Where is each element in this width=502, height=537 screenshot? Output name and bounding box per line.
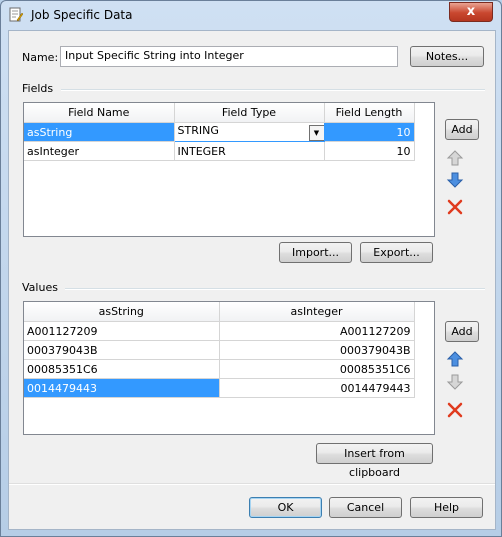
column-header-asinteger[interactable]: asInteger [219,302,415,322]
field-length-cell[interactable]: 10 [324,122,415,142]
help-button[interactable]: Help [410,497,483,518]
window-title: Job Specific Data [31,8,133,22]
document-edit-icon [9,7,23,22]
fields-divider [61,89,485,91]
close-icon: x [466,4,476,19]
dialog-window: Job Specific Data x Name: Input Specific… [0,0,502,537]
table-row[interactable]: 0014479443 0014479443 [24,378,415,398]
move-up-icon[interactable] [446,350,464,368]
move-down-icon[interactable] [446,171,464,189]
move-up-icon[interactable] [446,149,464,167]
column-header-field-type[interactable]: Field Type [174,103,325,123]
value-cell[interactable]: 00085351C6 [219,359,415,379]
field-length-cell[interactable]: 10 [324,141,415,161]
values-group-label: Values [22,281,58,294]
title-bar[interactable]: Job Specific Data x [1,1,501,29]
fields-add-button[interactable]: Add [445,119,479,140]
ok-button[interactable]: OK [249,497,322,518]
footer-divider [9,483,495,485]
import-button[interactable]: Import... [279,242,352,263]
column-header-field-length[interactable]: Field Length [324,103,415,123]
value-cell[interactable]: 000379043B [24,340,220,360]
table-row[interactable]: 000379043B 000379043B [24,340,415,360]
chevron-down-icon[interactable]: ▼ [308,124,323,141]
column-header-field-name[interactable]: Field Name [24,103,175,123]
delete-icon[interactable] [446,198,464,216]
fields-table[interactable]: Field Name Field Type Field Length asStr… [23,102,435,237]
values-table[interactable]: asString asInteger A001127209 A001127209… [23,301,435,435]
table-row[interactable]: asString STRING ▼ 10 [24,122,415,142]
value-cell[interactable]: 0014479443 [24,378,220,398]
table-row[interactable]: asInteger INTEGER 10 [24,141,415,161]
table-row[interactable]: 00085351C6 00085351C6 [24,359,415,379]
value-cell[interactable]: A001127209 [219,321,415,341]
value-cell[interactable]: 0014479443 [219,378,415,398]
fields-group-label: Fields [22,82,54,95]
field-name-cell[interactable]: asString [24,122,175,142]
table-row[interactable]: A001127209 A001127209 [24,321,415,341]
value-cell[interactable]: 00085351C6 [24,359,220,379]
value-cell[interactable]: 000379043B [219,340,415,360]
name-label: Name: [22,51,59,64]
value-cell[interactable]: A001127209 [24,321,220,341]
cancel-button[interactable]: Cancel [329,497,402,518]
dialog-body: Name: Input Specific String into Integer… [8,30,496,530]
close-button[interactable]: x [449,2,493,22]
name-field[interactable]: Input Specific String into Integer [60,46,398,67]
move-down-icon[interactable] [446,373,464,391]
field-type-value: STRING [177,123,219,137]
notes-button[interactable]: Notes... [410,46,484,67]
export-button[interactable]: Export... [360,242,433,263]
field-type-cell[interactable]: INTEGER [174,141,325,161]
insert-from-clipboard-button[interactable]: Insert from clipboard [316,443,433,479]
values-divider [65,288,485,290]
field-type-combobox[interactable]: STRING ▼ [173,122,325,142]
values-add-button[interactable]: Add [445,321,479,342]
delete-icon[interactable] [446,401,464,419]
column-header-asstring[interactable]: asString [24,302,220,322]
field-name-cell[interactable]: asInteger [24,141,175,161]
